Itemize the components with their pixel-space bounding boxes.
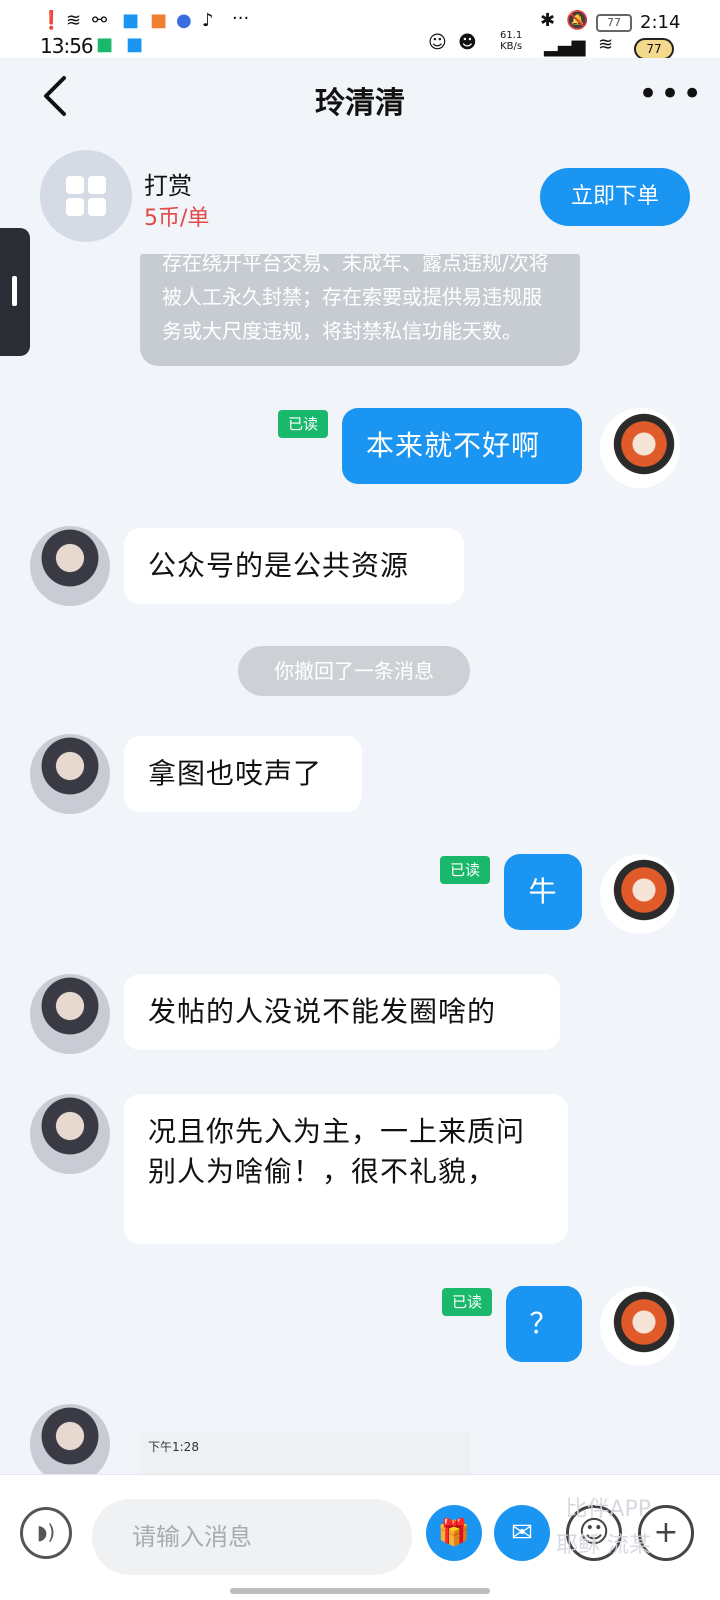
message-bubble-outgoing[interactable]: ？ [506, 1286, 582, 1362]
message-bubble-incoming[interactable]: 拿图也吱声了 [124, 736, 362, 812]
emoji-icon[interactable]: ☺ [566, 1505, 622, 1561]
my-avatar[interactable] [600, 408, 680, 488]
message-bubble-outgoing[interactable]: 本来就不好啊 [342, 408, 582, 484]
order-now-button[interactable]: 立即下单 [540, 168, 690, 226]
contact-avatar[interactable] [30, 1094, 110, 1174]
network-speed-unit: KB/s [500, 41, 523, 52]
red-packet-icon[interactable]: ✉ [494, 1505, 550, 1561]
mute-icon: 🔕 [566, 10, 589, 31]
message-input[interactable] [92, 1499, 412, 1575]
service-price: 5币/单 [144, 206, 210, 231]
message-input-bar: ◗) 🎁 ✉ ☺ + [0, 1474, 720, 1600]
battery-icon: 77 [596, 14, 632, 32]
chat-title: 玲清清 [315, 86, 405, 121]
my-avatar[interactable] [600, 854, 680, 934]
cat-icon: ☻ [458, 32, 477, 53]
contact-avatar[interactable] [30, 526, 110, 606]
network-speed-value: 61.1 [500, 30, 523, 41]
contact-avatar[interactable] [30, 1404, 110, 1474]
battery-badge: 77 [634, 38, 674, 60]
video-app-icon: ■ [150, 10, 168, 31]
wechat-icon: ■ [96, 34, 114, 55]
status-time-secondary: 2:14 [640, 12, 681, 33]
message-bubble-incoming[interactable]: 公众号的是公共资源 [124, 528, 464, 604]
wifi-icon: ≋ [66, 10, 82, 31]
voice-input-icon[interactable]: ◗) [20, 1507, 72, 1559]
status-bar: ❗ ≋ ⚯ ■ ■ ● ♪ ··· 13:56 ■ ■ ☺ ☻ 61.1 KB/… [0, 0, 720, 60]
alert-icon: ❗ [40, 10, 63, 31]
app-icon: ■ [122, 10, 140, 31]
my-avatar[interactable] [600, 1286, 680, 1366]
read-status-badge: 已读 [278, 410, 329, 438]
notification-overflow: ··· [232, 8, 250, 29]
platform-notice: 存在绕开平台交易、未成年、露点违规/次将被人工永久封禁；存在索要或提供易违规服务… [140, 254, 580, 366]
service-grid-icon [40, 150, 132, 242]
service-order-card: 打赏 5币/单 立即下单 [0, 138, 720, 254]
message-bubble-incoming[interactable]: 发帖的人没说不能发圈啥的 [124, 974, 560, 1050]
browser-icon: ● [176, 10, 192, 31]
nav-bar: 玲清清 ••• [0, 58, 720, 138]
status-time: 13:56 [40, 34, 94, 58]
chat-scroll-area[interactable]: 存在绕开平台交易、未成年、露点违规/次将被人工永久封禁；存在索要或提供易违规服务… [0, 254, 720, 1474]
network-speed: 61.1 KB/s [500, 30, 522, 52]
qq-icon: ■ [126, 34, 144, 55]
message-bubble-incoming[interactable]: 况且你先入为主，一上来质问别人为啥偷！，很不礼貌， [124, 1094, 568, 1244]
bluetooth-icon: ✱ [540, 10, 556, 31]
tiktok-icon: ♪ [202, 10, 214, 31]
gift-icon[interactable]: 🎁 [426, 1505, 482, 1561]
contact-avatar[interactable] [30, 974, 110, 1054]
plus-icon[interactable]: + [638, 1505, 694, 1561]
signal-icon: ▂▄▆ [544, 36, 586, 57]
ghost-icon: ☺ [428, 32, 447, 53]
link-icon: ⚯ [92, 10, 108, 31]
read-status-badge: 已读 [440, 856, 491, 884]
more-menu-icon[interactable]: ••• [638, 74, 704, 114]
wifi-strength-icon: ≋ [598, 34, 614, 55]
read-status-badge: 已读 [442, 1288, 493, 1316]
recall-notice: 你撤回了一条消息 [238, 646, 470, 696]
message-bubble-outgoing[interactable]: 牛 [504, 854, 582, 930]
image-preview-caption: 下午1:28 [148, 1440, 199, 1454]
contact-avatar[interactable] [30, 734, 110, 814]
home-indicator[interactable] [230, 1588, 490, 1594]
image-message-preview[interactable]: 下午1:28 [140, 1432, 470, 1474]
service-title: 打赏 [144, 172, 192, 200]
